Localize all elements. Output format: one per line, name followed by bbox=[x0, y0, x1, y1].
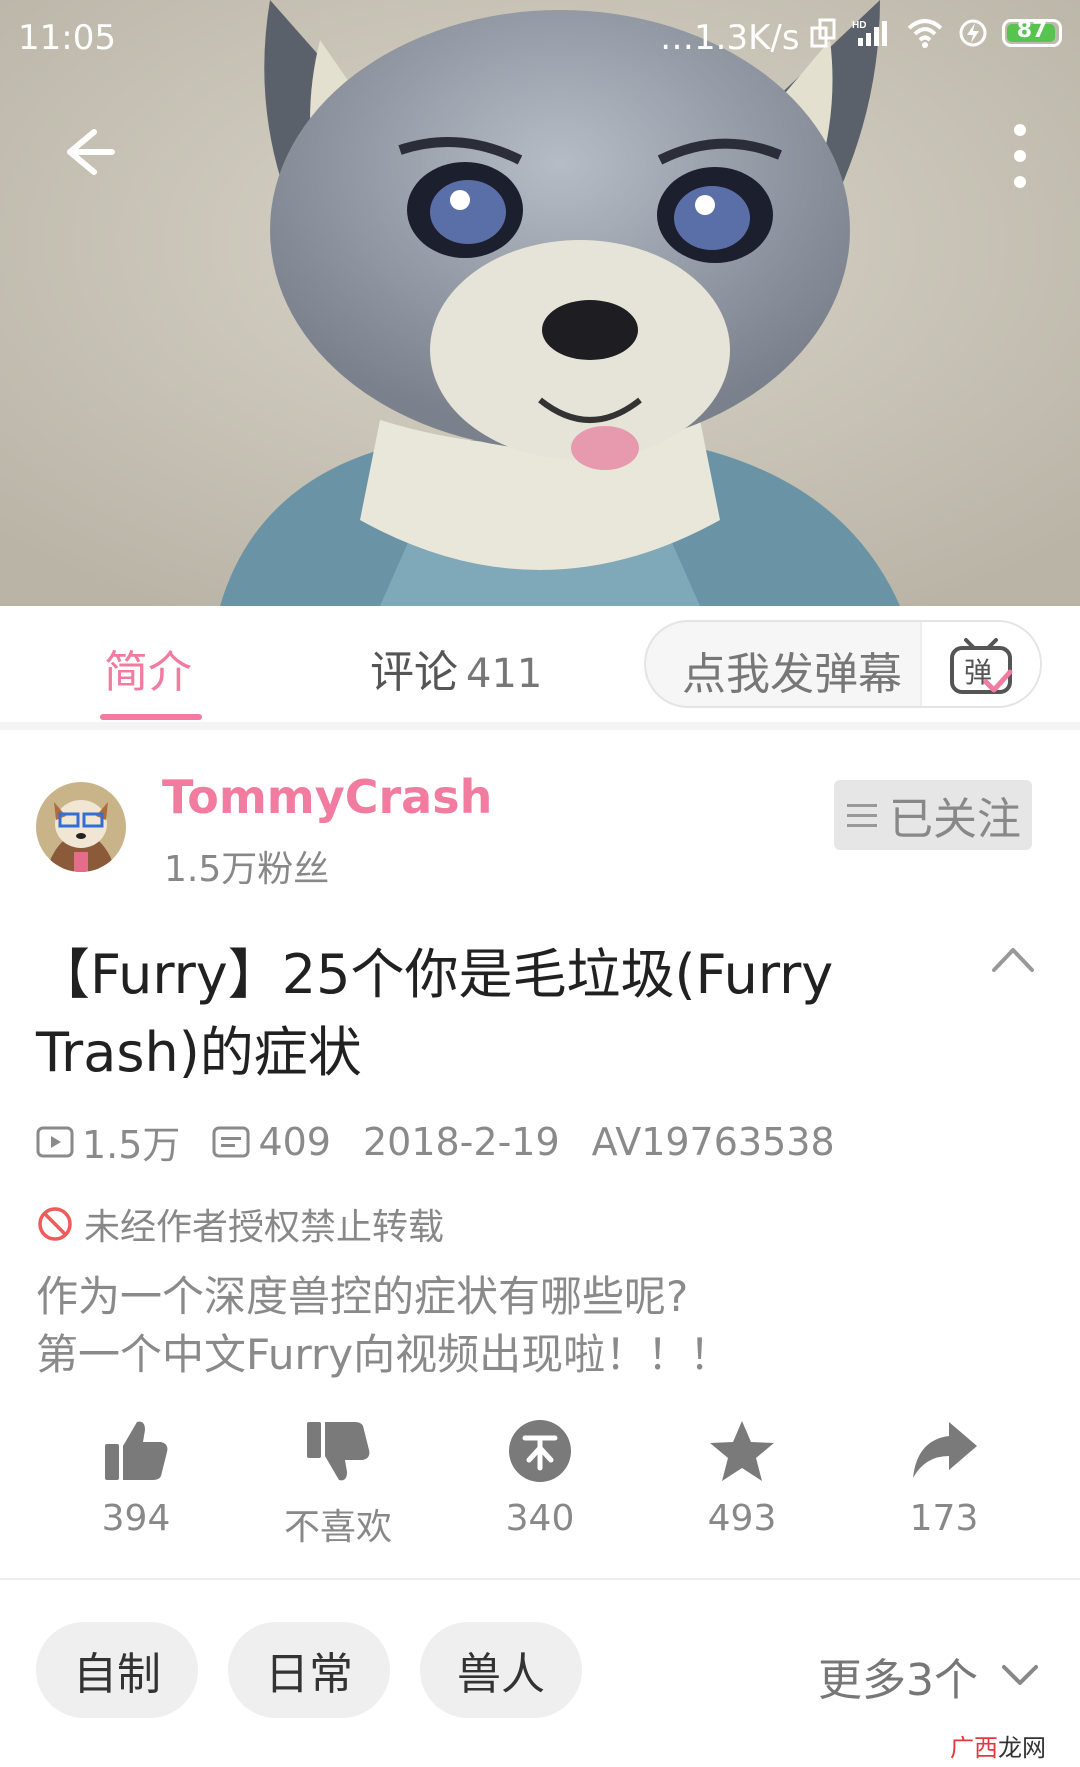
avatar-image bbox=[36, 782, 126, 872]
coin-button[interactable]: 340 bbox=[480, 1418, 600, 1539]
av-id: AV19763538 bbox=[591, 1119, 835, 1164]
views-count: 1.5万 bbox=[82, 1123, 181, 1167]
video-frame-image bbox=[0, 0, 1080, 606]
uploader-name[interactable]: TommyCrash bbox=[162, 770, 492, 824]
danmaku-input[interactable]: 点我发弹幕 弹 bbox=[644, 620, 1042, 708]
share-icon bbox=[913, 1422, 977, 1478]
status-bar: 11:05 …1.3K/s HD 87 bbox=[0, 0, 1080, 76]
uploader-fans: 1.5万粉丝 bbox=[164, 849, 330, 890]
watermark: 广西龙网 bbox=[950, 1734, 1046, 1762]
publish-date: 2018-2-19 bbox=[362, 1119, 560, 1164]
menu-icon bbox=[847, 804, 877, 827]
wifi-icon bbox=[907, 19, 943, 48]
more-vertical-icon[interactable] bbox=[992, 118, 1048, 198]
follow-label: 已关注 bbox=[889, 794, 1021, 845]
star-icon bbox=[710, 1421, 774, 1481]
tab-comments-label: 评论 bbox=[370, 647, 458, 698]
divider bbox=[0, 1578, 1080, 1580]
chevron-down-icon bbox=[1002, 1665, 1038, 1685]
status-time: 11:05 bbox=[18, 18, 116, 58]
rotate-icon bbox=[810, 18, 836, 48]
tag-chip[interactable]: 自制 bbox=[36, 1622, 198, 1718]
thumbs-down-icon bbox=[307, 1422, 370, 1481]
status-icons: HD 87 bbox=[810, 18, 1062, 48]
hd-signal-icon: HD bbox=[852, 20, 887, 46]
description-line: 作为一个深度兽控的症状有哪些呢? bbox=[36, 1272, 689, 1321]
more-tags-button[interactable]: 更多3个 bbox=[818, 1644, 1040, 1708]
avatar[interactable] bbox=[36, 782, 126, 872]
prohibited-icon bbox=[38, 1207, 72, 1241]
video-meta: 1.5万 409 2018-2-19 AV19763538 bbox=[36, 1114, 867, 1169]
copyright-notice: 未经作者授权禁止转载 bbox=[36, 1198, 444, 1250]
tab-active-indicator bbox=[100, 714, 202, 720]
tab-comments[interactable]: 评论 411 bbox=[370, 636, 542, 700]
tag-chip[interactable]: 兽人 bbox=[420, 1622, 582, 1718]
video-description: 作为一个深度兽控的症状有哪些呢? 第一个中文Furry向视频出现啦！！！ bbox=[36, 1268, 1036, 1384]
danmaku-count: 409 bbox=[258, 1119, 331, 1164]
network-speed: …1.3K/s bbox=[660, 18, 800, 58]
battery-level: 87 bbox=[1016, 18, 1048, 43]
charging-icon bbox=[959, 19, 987, 47]
share-count: 173 bbox=[909, 1498, 979, 1539]
coin-icon bbox=[509, 1420, 571, 1482]
chevron-up-icon[interactable] bbox=[990, 944, 1036, 974]
tab-intro[interactable]: 简介 bbox=[104, 636, 192, 700]
thumbs-up-icon bbox=[105, 1421, 168, 1480]
battery-icon: 87 bbox=[1002, 18, 1062, 47]
arrow-left-icon[interactable] bbox=[50, 118, 118, 186]
danmaku-stat: 409 bbox=[212, 1120, 331, 1164]
tag-chip[interactable]: 日常 bbox=[228, 1622, 390, 1718]
tab-comments-count: 411 bbox=[466, 651, 543, 697]
play-count-icon bbox=[36, 1126, 74, 1157]
svg-text:HD: HD bbox=[852, 20, 866, 31]
like-button[interactable]: 394 bbox=[76, 1418, 196, 1539]
coin-count: 340 bbox=[505, 1498, 575, 1539]
danmaku-count-icon bbox=[212, 1126, 250, 1157]
share-button[interactable]: 173 bbox=[884, 1418, 1004, 1539]
video-title: 【Furry】25个你是毛垃圾(Furry Trash)的症状 bbox=[36, 943, 834, 1084]
favorite-count: 493 bbox=[707, 1498, 777, 1539]
dislike-label: 不喜欢 bbox=[283, 1507, 392, 1548]
action-bar: 394 不喜欢 340 493 173 bbox=[0, 1418, 1080, 1558]
tab-bar: 简介 评论 411 点我发弹幕 弹 bbox=[0, 606, 1080, 730]
like-count: 394 bbox=[101, 1498, 171, 1539]
more-tags-label: 更多3个 bbox=[818, 1655, 978, 1706]
follow-button[interactable]: 已关注 bbox=[834, 780, 1032, 850]
dislike-button[interactable]: 不喜欢 bbox=[278, 1418, 398, 1550]
danmaku-tv-icon: 弹 bbox=[950, 638, 1013, 694]
favorite-button[interactable]: 493 bbox=[682, 1418, 802, 1539]
video-player[interactable]: 11:05 …1.3K/s HD 87 bbox=[0, 0, 1080, 606]
views-stat: 1.5万 bbox=[36, 1114, 180, 1169]
copyright-text: 未经作者授权禁止转载 bbox=[84, 1207, 445, 1248]
description-line: 第一个中文Furry向视频出现啦！！！ bbox=[36, 1330, 732, 1379]
danmaku-toggle-button[interactable]: 弹 bbox=[920, 622, 1040, 706]
danmaku-placeholder: 点我发弹幕 bbox=[682, 649, 902, 700]
